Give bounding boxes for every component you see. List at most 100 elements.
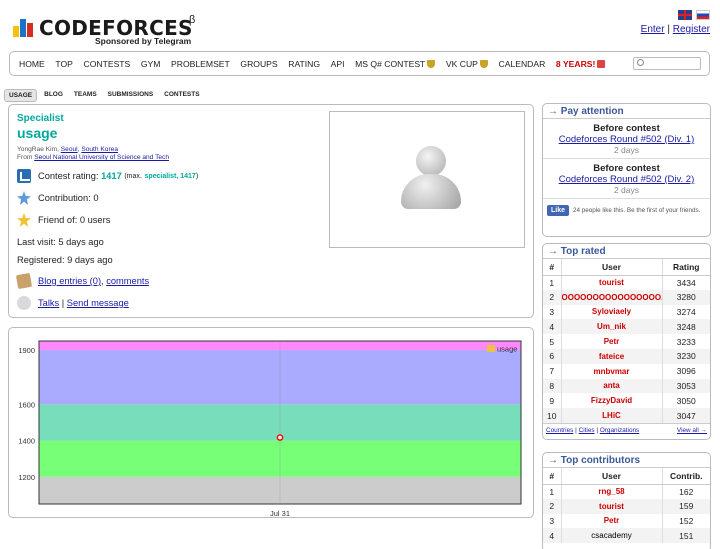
- avatar-head-icon: [416, 146, 446, 176]
- nav-item-gym[interactable]: Gym: [141, 59, 161, 69]
- user-link[interactable]: csacademy: [561, 528, 663, 544]
- user-link[interactable]: rng_58: [561, 484, 663, 499]
- contest-link[interactable]: Codeforces Round #502 (Div. 2): [559, 174, 695, 185]
- nav-item-api[interactable]: API: [331, 59, 345, 69]
- user-link[interactable]: tourist: [561, 498, 663, 514]
- rating-max-prefix: (max.: [124, 172, 142, 180]
- blog-row: Blog entries (0), comments: [15, 272, 149, 290]
- rank-cell: 8: [543, 378, 562, 394]
- like-count-text: 24 people like this. Be the first of you…: [573, 207, 701, 214]
- value-cell: 3280: [662, 289, 710, 305]
- organizations-link[interactable]: Organizations: [600, 427, 639, 434]
- nav-label: 8 years!: [555, 58, 596, 69]
- user-link[interactable]: tourist: [561, 275, 663, 290]
- rank-cell: 9: [543, 393, 562, 409]
- search-input[interactable]: [633, 57, 701, 70]
- send-message-link[interactable]: Send message: [67, 298, 129, 308]
- table-row: 1 rng_58 162: [543, 484, 710, 499]
- user-link[interactable]: FizzyDavid: [561, 393, 663, 409]
- nav-item-problemset[interactable]: Problemset: [171, 59, 230, 69]
- city-link[interactable]: Seoul: [61, 146, 78, 153]
- user-link[interactable]: Um_nik: [561, 319, 663, 335]
- main-menu: Home Top Contests Gym Problemset Groups Rating…: [9, 51, 710, 76]
- nav-label: MS Q# Contest: [355, 58, 426, 69]
- talks-link[interactable]: Talks: [38, 298, 59, 308]
- nav-item-calendar[interactable]: Calendar: [499, 59, 546, 69]
- value-cell: 152: [679, 515, 694, 526]
- contest-link[interactable]: Codeforces Round #502 (Div. 1): [559, 134, 695, 145]
- user-link[interactable]: fateice: [561, 348, 663, 364]
- enter-link[interactable]: Enter: [641, 24, 665, 35]
- value-cell: 162: [679, 486, 694, 497]
- nav-label: Calendar: [498, 58, 546, 69]
- user-link[interactable]: OOOOOOOOOOOOOOOO...O: [561, 289, 663, 305]
- pipe-sep: |: [61, 298, 65, 308]
- blog-icon: [15, 272, 33, 290]
- nav-label: Groups: [240, 58, 278, 69]
- rank-cell: 10: [543, 408, 562, 423]
- table-row: 6 fateice 3230: [543, 348, 710, 364]
- top-contributors-table: # User Contrib. 1 rng_58 162 2 tourist 159 3 Pe…: [543, 468, 710, 544]
- nav-item-home[interactable]: Home: [19, 59, 45, 69]
- auth-links: Enter | Register: [641, 24, 710, 35]
- beta-mark: β: [189, 14, 196, 26]
- tab-contests[interactable]: CONTESTS: [160, 89, 203, 102]
- view-all-link[interactable]: View all →: [677, 427, 707, 434]
- nav-item-groups[interactable]: Groups: [240, 59, 277, 69]
- last-visit: Last visit: 5 days ago: [17, 237, 104, 247]
- user-link[interactable]: Syloviaely: [561, 304, 663, 320]
- profile-tabs: USAGE BLOG TEAMS SUBMISSIONS CONTESTS: [4, 89, 204, 102]
- talks-row: Talks | Send message: [17, 296, 129, 310]
- nav-item-8-years-[interactable]: 8 years!: [555, 58, 606, 69]
- countdown: 2 days: [613, 185, 640, 195]
- rating-graph[interactable]: 1200 1400 1600 1900 Jul 31 usage: [9, 328, 535, 519]
- user-link[interactable]: mnbvmar: [561, 363, 663, 379]
- rank-cell: 3: [543, 304, 562, 320]
- table-row: 8 anta 3053: [543, 378, 710, 394]
- nav-item-contests[interactable]: Contests: [83, 59, 130, 69]
- registered: Registered: 9 days ago: [17, 255, 113, 265]
- blog-entries-link[interactable]: Blog entries (0): [38, 276, 101, 286]
- column-header: User: [561, 468, 663, 485]
- countries-link[interactable]: Countries: [546, 427, 573, 434]
- value-cell: 3096: [676, 366, 696, 377]
- tab-blog[interactable]: BLOG: [40, 89, 67, 102]
- value-cell: 3248: [662, 319, 710, 335]
- user-link[interactable]: Petr: [561, 513, 663, 529]
- facebook-like-button[interactable]: Like: [547, 205, 570, 216]
- user-full-name: YongRae Kim,: [17, 146, 59, 153]
- tab-teams[interactable]: TEAMS: [70, 89, 101, 102]
- language-flags: [678, 10, 710, 20]
- before-contest-label: Before contest: [593, 123, 660, 134]
- nav-item-rating[interactable]: Rating: [288, 59, 320, 69]
- friend-of-row: Friend of: 0 users: [17, 213, 110, 227]
- gift-icon: [597, 59, 606, 68]
- value-cell: 151: [662, 528, 710, 544]
- organization-link[interactable]: Seoul National University of Science and…: [34, 154, 169, 161]
- english-flag-icon[interactable]: [678, 10, 692, 20]
- russian-flag-icon[interactable]: [696, 10, 710, 20]
- column-header: User: [561, 259, 663, 276]
- comments-link[interactable]: comments: [106, 276, 149, 286]
- tab-usage[interactable]: USAGE: [4, 89, 38, 102]
- legend-swatch: [487, 345, 495, 352]
- tab-submissions[interactable]: SUBMISSIONS: [104, 89, 158, 102]
- nav-item-ms-q-contest[interactable]: MS Q# Contest: [355, 58, 436, 69]
- user-handle[interactable]: usage: [17, 125, 57, 141]
- country-link[interactable]: South Korea: [81, 146, 118, 153]
- table-row: 10 LHiC 3047: [543, 408, 710, 423]
- user-link[interactable]: Petr: [561, 334, 663, 349]
- rating-graph-box: 1200 1400 1600 1900 Jul 31 usage: [8, 327, 534, 518]
- rating-point[interactable]: [276, 434, 284, 441]
- nav-item-top[interactable]: Top: [55, 59, 73, 69]
- nav-label: Gym: [140, 58, 161, 69]
- user-link[interactable]: anta: [561, 378, 663, 394]
- nav-item-vk-cup[interactable]: VK Cup: [446, 59, 488, 69]
- rank-cell: 5: [543, 334, 562, 349]
- cities-link[interactable]: Cities: [579, 427, 595, 434]
- register-link[interactable]: Register: [673, 24, 710, 35]
- user-link[interactable]: LHiC: [561, 408, 663, 423]
- value-cell: 159: [662, 498, 710, 514]
- rank-cell: 4: [543, 528, 562, 544]
- codeforces-logo[interactable]: CODEFORCES β Sponsored by Telegram: [13, 12, 203, 46]
